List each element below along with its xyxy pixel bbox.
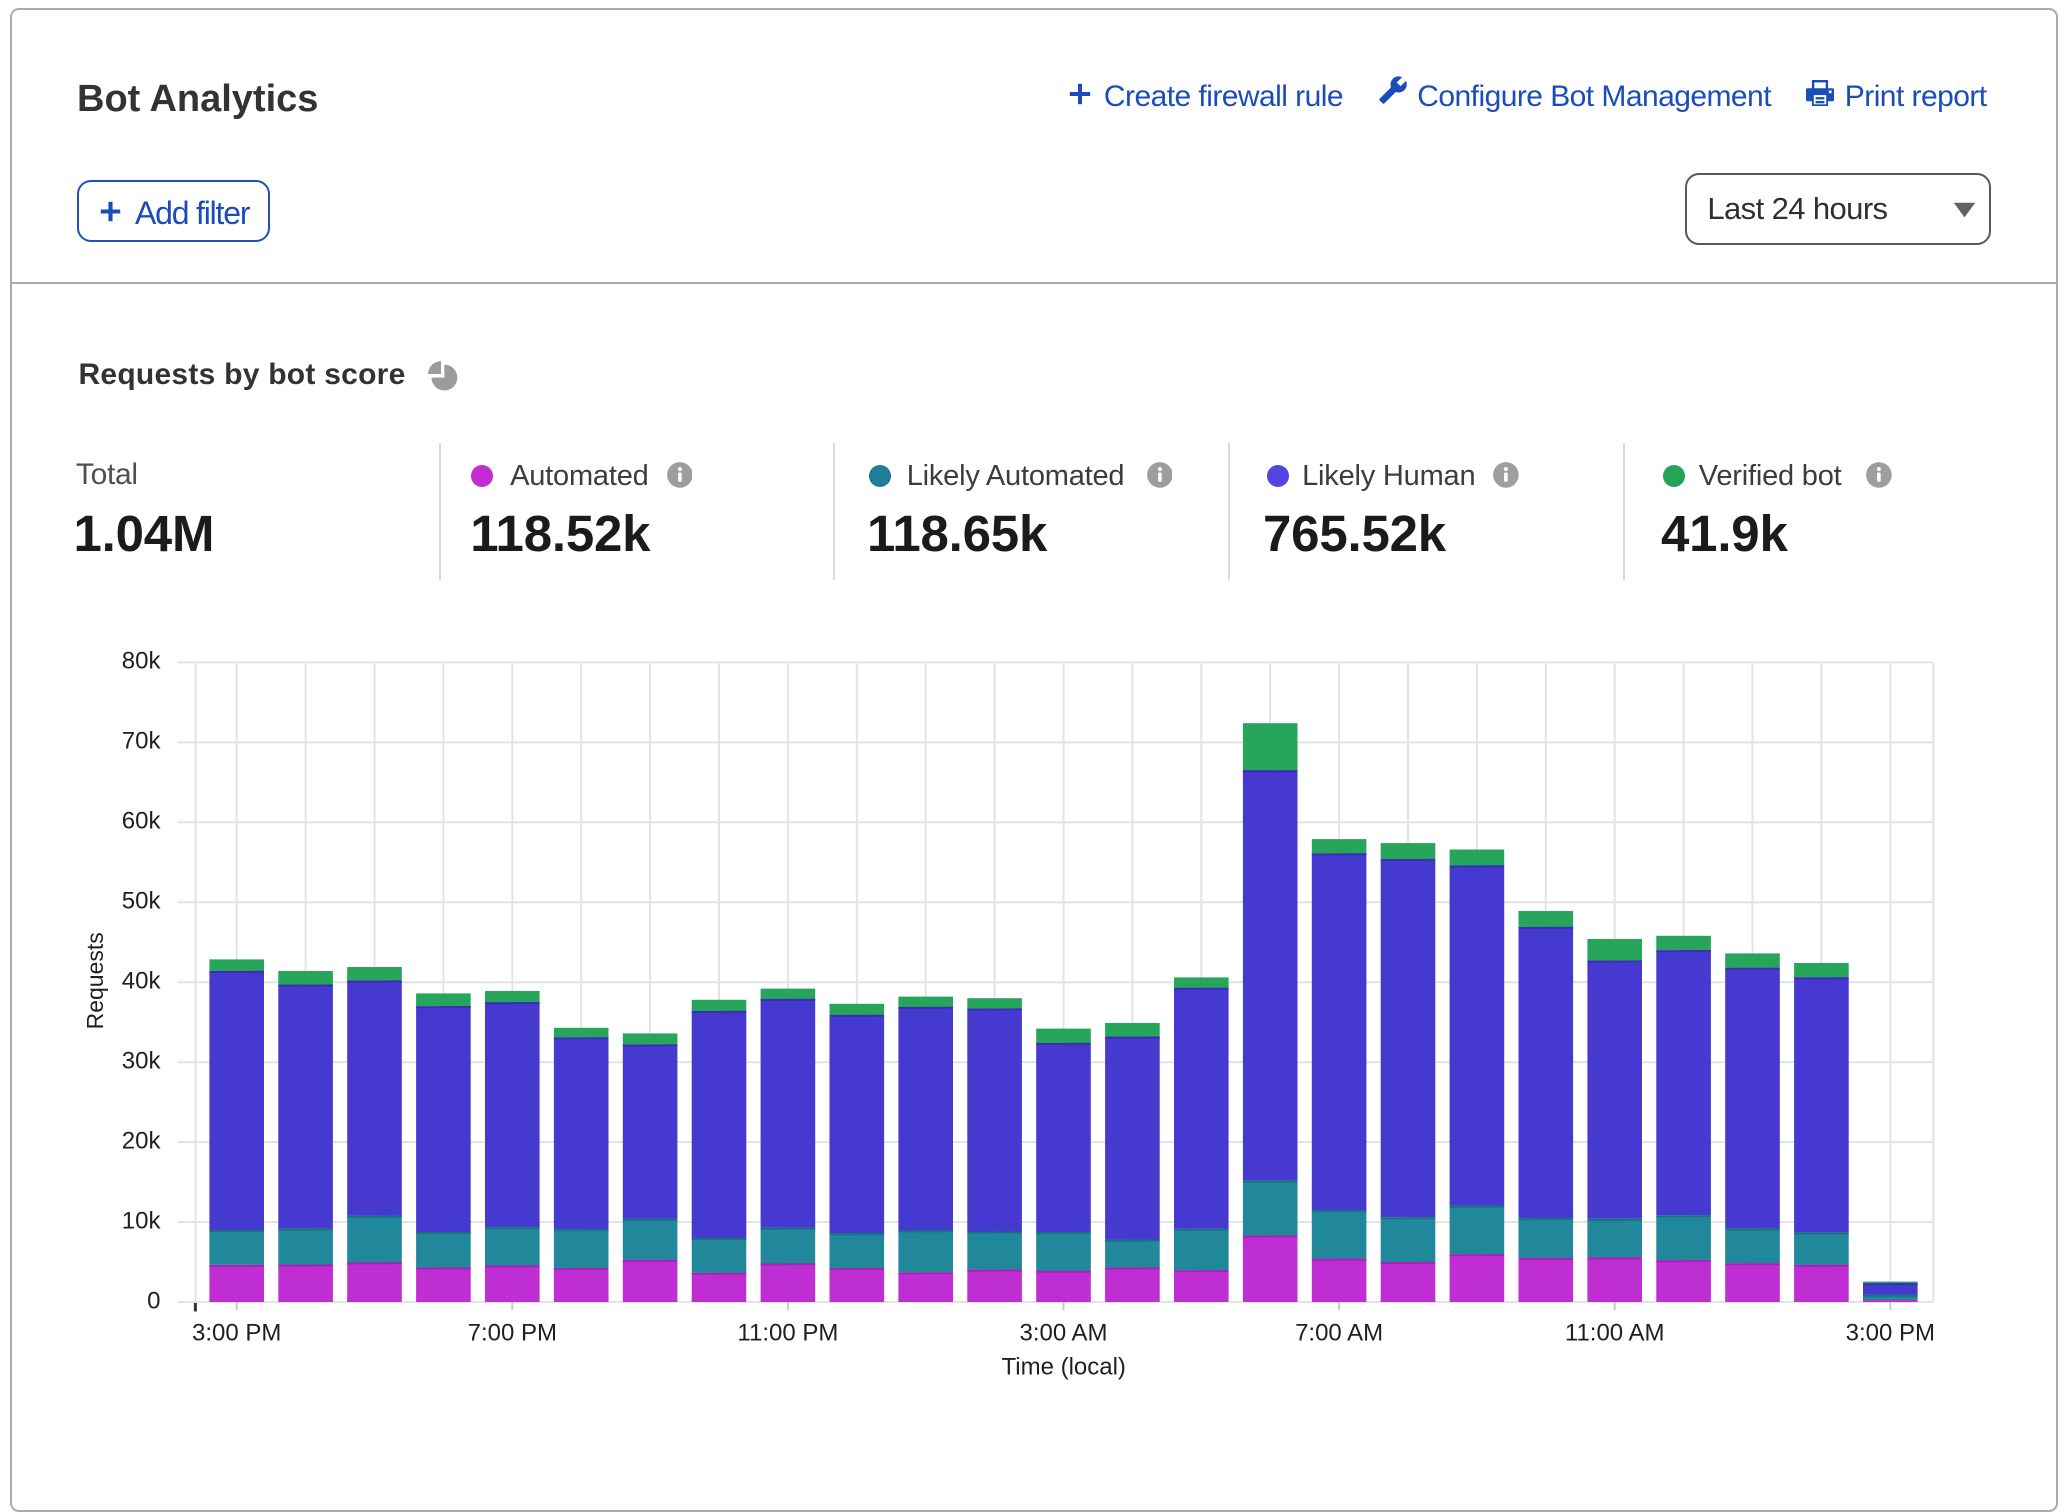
svg-text:40k: 40k: [122, 968, 162, 995]
svg-text:7:00 PM: 7:00 PM: [468, 1320, 557, 1347]
svg-text:50k: 50k: [122, 888, 162, 915]
svg-text:11:00 PM: 11:00 PM: [737, 1320, 838, 1347]
svg-text:0: 0: [147, 1287, 160, 1314]
svg-text:20k: 20k: [122, 1127, 162, 1154]
svg-text:Requests: Requests: [82, 932, 108, 1029]
svg-text:Time (local): Time (local): [1001, 1354, 1125, 1381]
svg-text:70k: 70k: [122, 728, 162, 755]
svg-text:3:00 AM: 3:00 AM: [1019, 1320, 1107, 1347]
svg-text:11:00 AM: 11:00 AM: [1565, 1320, 1665, 1347]
svg-text:30k: 30k: [122, 1048, 162, 1075]
svg-text:60k: 60k: [122, 808, 162, 835]
svg-text:3:00 PM: 3:00 PM: [1846, 1320, 1935, 1347]
svg-text:10k: 10k: [122, 1207, 162, 1234]
svg-text:3:00 PM: 3:00 PM: [192, 1320, 281, 1347]
svg-text:7:00 AM: 7:00 AM: [1295, 1320, 1383, 1347]
svg-text:80k: 80k: [122, 648, 162, 675]
